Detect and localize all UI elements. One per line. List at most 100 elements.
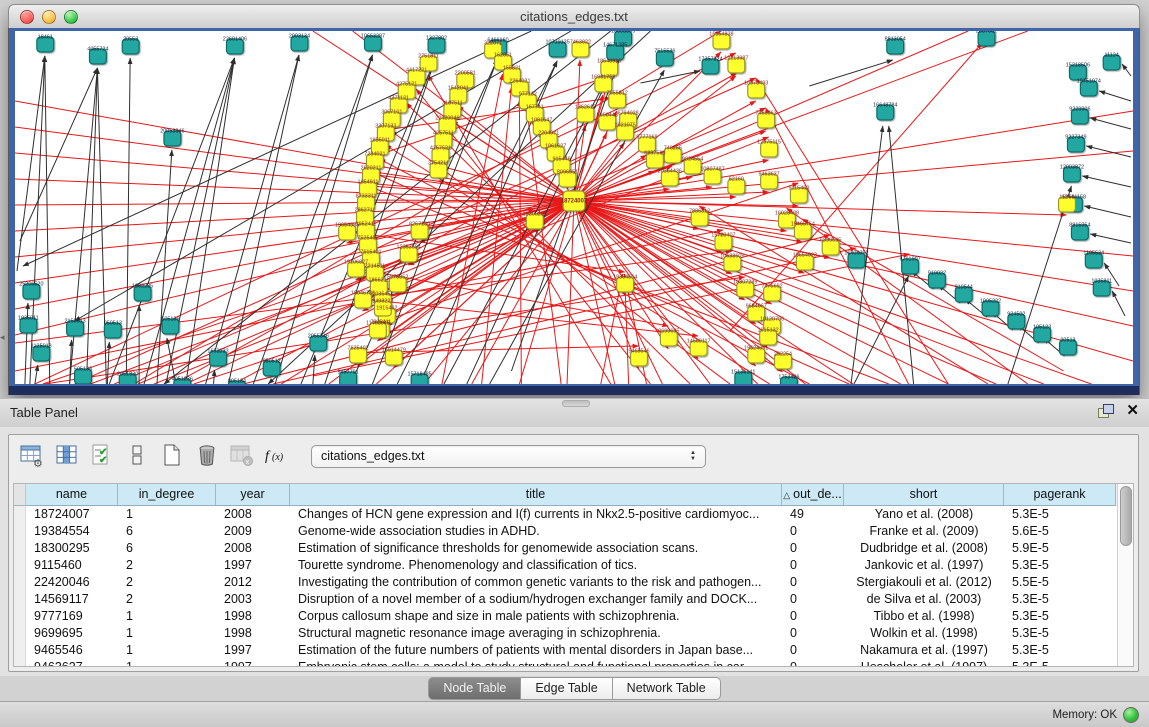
svg-text:10120796: 10120796 <box>760 316 784 322</box>
table-row[interactable]: 969969511998Structural magnetic resonanc… <box>14 625 1117 642</box>
svg-text:15958: 15958 <box>1059 194 1074 200</box>
svg-text:167741: 167741 <box>526 104 544 110</box>
zoom-window-icon[interactable] <box>64 10 78 24</box>
svg-text:12975115: 12975115 <box>757 139 781 145</box>
column-header-in_degree[interactable]: in_degree <box>118 484 216 506</box>
svg-text:9463627: 9463627 <box>758 171 779 177</box>
svg-text:3067101: 3067101 <box>381 109 402 115</box>
svg-text:10653287: 10653287 <box>361 33 385 39</box>
column-header-name[interactable]: name <box>26 484 118 506</box>
cell: 5.6E-5 <box>1004 523 1116 540</box>
delete-column-icon[interactable] <box>192 441 222 471</box>
svg-text:7975692: 7975692 <box>761 283 782 289</box>
close-panel-icon[interactable]: ✕ <box>1126 404 1139 418</box>
svg-text:7615401: 7615401 <box>360 249 381 255</box>
svg-text:18300295: 18300295 <box>523 211 547 217</box>
cell: Estimation of significance thresholds fo… <box>290 540 782 557</box>
cell: 5.3E-5 <box>1004 557 1116 574</box>
app-root: { "window": { "title": "citations_edges.… <box>0 0 1149 727</box>
svg-text:950512: 950512 <box>263 358 281 364</box>
svg-text:2150513: 2150513 <box>64 318 85 324</box>
svg-text:1125013: 1125013 <box>31 343 52 349</box>
cell: Genome-wide association studies in ADHD. <box>290 523 782 540</box>
network-window-titlebar[interactable]: citations_edges.txt <box>8 4 1140 29</box>
tab-network-table[interactable]: Network Table <box>613 677 721 700</box>
tab-node-table[interactable]: Node Table <box>428 677 521 700</box>
window-title: citations_edges.txt <box>9 5 1139 28</box>
cell: Tibbo et al. (1998) <box>844 608 1004 625</box>
svg-text:4371121: 4371121 <box>388 95 409 101</box>
float-panel-icon[interactable] <box>1098 404 1114 418</box>
function-builder-icon[interactable]: f(x) <box>262 441 292 471</box>
column-header-pagerank[interactable]: pagerank <box>1004 484 1116 506</box>
row-gutter <box>14 659 26 666</box>
cell: 2 <box>118 557 216 574</box>
column-header-out_de[interactable]: △out_de... <box>782 484 844 506</box>
cell: 19384554 <box>26 523 118 540</box>
column-header-title[interactable]: title <box>290 484 782 506</box>
table-tabs-bar: Node TableEdge TableNetwork Table <box>0 676 1149 702</box>
toolbar-icons: ⚙✔✔xf(x) <box>17 441 292 471</box>
svg-text:1621075: 1621075 <box>615 122 636 128</box>
svg-text:1982235: 1982235 <box>132 283 153 289</box>
row-gutter <box>14 591 26 608</box>
cell: 18300295 <box>26 540 118 557</box>
cell: 1998 <box>216 625 290 642</box>
table-row[interactable]: 1456911722003Disruption of a novel membe… <box>14 591 1117 608</box>
svg-text:1915462: 1915462 <box>376 305 397 311</box>
cell: 5.5E-5 <box>1004 574 1116 591</box>
svg-text:20053346: 20053346 <box>160 128 184 134</box>
svg-text:12353554: 12353554 <box>397 244 421 250</box>
svg-text:6791907: 6791907 <box>899 256 920 262</box>
tab-edge-table[interactable]: Edge Table <box>521 677 612 700</box>
column-visibility-icon[interactable] <box>52 441 82 471</box>
cell: 0 <box>782 540 844 557</box>
table-source-select[interactable]: citations_edges.txt ▲▼ <box>311 445 706 468</box>
table-row[interactable]: 1872400712008Changes of HCN gene express… <box>14 506 1117 523</box>
svg-text:2200581: 2200581 <box>455 70 476 76</box>
svg-text:2087682: 2087682 <box>976 31 997 35</box>
panel-resize-grip[interactable] <box>562 400 590 407</box>
column-header-short[interactable]: short <box>844 484 1004 506</box>
table-scrollbar[interactable] <box>1117 484 1133 666</box>
table-row[interactable]: 946362711997Embryonic stem cells: a mode… <box>14 659 1117 666</box>
svg-text:14671385: 14671385 <box>603 42 627 48</box>
cell: Nakamura et al. (1997) <box>844 642 1004 659</box>
table-row[interactable]: 946554611997Estimation of the future num… <box>14 642 1117 659</box>
select-rows-icon[interactable]: ✔✔ <box>87 441 117 471</box>
svg-text:7463822: 7463822 <box>570 39 591 45</box>
svg-text:6794028: 6794028 <box>618 110 639 116</box>
cell: 1997 <box>216 659 290 666</box>
table-row[interactable]: 1938455462009Genome-wide association stu… <box>14 523 1117 540</box>
create-column-icon[interactable] <box>157 441 187 471</box>
svg-text:7625402: 7625402 <box>347 345 368 351</box>
svg-text:16409352: 16409352 <box>844 250 868 256</box>
row-height-icon[interactable] <box>122 441 152 471</box>
cell: 1997 <box>216 557 290 574</box>
svg-text:977132: 977132 <box>519 91 537 97</box>
select-stepper-icon: ▲▼ <box>690 451 696 462</box>
svg-text:8990448: 8990448 <box>597 112 618 118</box>
table-row[interactable]: 977716911998Corpus callosum shape and si… <box>14 608 1117 625</box>
cell: 18724007 <box>26 506 118 523</box>
svg-text:9824554: 9824554 <box>682 156 703 162</box>
svg-text:3307133: 3307133 <box>375 123 396 129</box>
cell: Hescheler et al. (1997) <box>844 659 1004 666</box>
cell: 2 <box>118 591 216 608</box>
minimize-window-icon[interactable] <box>42 10 56 24</box>
table-row[interactable]: 1830029562008Estimation of significance … <box>14 540 1117 557</box>
network-canvas[interactable]: 1846140557242055322691406209313410653287… <box>15 31 1133 384</box>
table-row[interactable]: 911546021997Tourette syndrome. Phenomeno… <box>14 557 1117 574</box>
cell: Changes of HCN gene expression and I(f) … <box>290 506 782 523</box>
collapse-panel-arrow-icon[interactable]: ◂ <box>0 332 5 343</box>
scrollbar-thumb[interactable] <box>1120 486 1132 546</box>
column-header-year[interactable]: year <box>216 484 290 506</box>
svg-text:915449: 915449 <box>552 156 570 162</box>
table-options-icon[interactable]: ⚙ <box>17 441 47 471</box>
close-window-icon[interactable] <box>20 10 34 24</box>
cell: Jankovic et al. (1997) <box>844 557 1004 574</box>
table-row[interactable]: 2242004622012Investigating the contribut… <box>14 574 1117 591</box>
cell: Wolkin et al. (1998) <box>844 625 1004 642</box>
cell: 2012 <box>216 574 290 591</box>
svg-text:19046786: 19046786 <box>351 290 375 296</box>
